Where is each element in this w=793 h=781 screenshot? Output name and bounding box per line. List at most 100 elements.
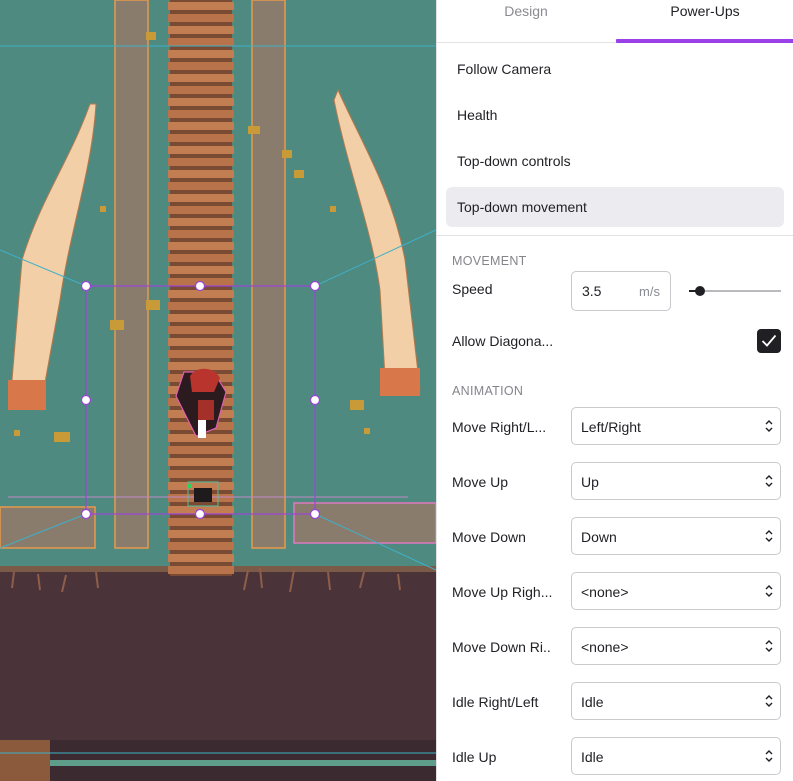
chevron-up-down-icon — [765, 530, 773, 542]
chevron-up-down-icon — [765, 475, 773, 487]
animation-row: Move Up Up — [437, 454, 793, 509]
bridge-plank — [168, 170, 234, 178]
animation-select-value: Up — [581, 474, 599, 490]
bridge-plank — [168, 446, 234, 454]
animation-row-label: Move Up Righ... — [452, 583, 552, 600]
bridge-plank — [168, 110, 234, 118]
animation-select[interactable]: Idle — [571, 682, 781, 720]
speed-row: Speed 3.5 m/s — [437, 271, 793, 317]
chevron-up-down-icon — [765, 585, 773, 597]
scene-drawing — [0, 0, 436, 781]
bridge-plank — [168, 14, 234, 22]
bridge-plank — [168, 158, 234, 166]
active-tab-indicator — [616, 39, 793, 43]
movement-section-label: MOVEMENT — [452, 254, 527, 268]
chevron-up-down-icon — [765, 695, 773, 707]
bridge-plank — [168, 302, 234, 310]
animation-select-value: <none> — [581, 639, 629, 655]
bridge-plank — [168, 266, 234, 274]
animation-select-value: Down — [581, 529, 617, 545]
panel-tabs: Design Power-Ups — [437, 0, 793, 43]
allow-diagonal-label: Allow Diagona... — [452, 333, 552, 349]
chevron-up-down-icon — [765, 750, 773, 762]
animation-row-label: Move Up — [452, 473, 509, 490]
animation-select[interactable]: Left/Right — [571, 407, 781, 445]
animation-row: Move Down Down — [437, 509, 793, 564]
animation-row: Idle Right/Left Idle — [437, 674, 793, 729]
animation-select-value: Left/Right — [581, 419, 641, 435]
animation-select[interactable]: Down — [571, 517, 781, 555]
bridge-plank — [168, 74, 234, 82]
chevron-up-down-icon — [765, 420, 773, 432]
bridge-plank — [168, 254, 234, 262]
bridge-plank — [168, 338, 234, 346]
bridge-plank — [168, 542, 234, 550]
animation-row-label: Move Down — [452, 528, 526, 545]
bridge-plank — [168, 26, 234, 34]
bridge-plank — [168, 362, 234, 370]
tab-design[interactable]: Design — [437, 0, 615, 42]
animation-section-label: ANIMATION — [452, 384, 524, 398]
speed-slider-handle[interactable] — [695, 286, 706, 296]
bridge-plank — [168, 230, 234, 238]
power-ups-list: Follow Camera Health Top-down controls T… — [437, 43, 793, 227]
bridge-plank — [168, 62, 234, 70]
bridge-plank — [168, 86, 234, 94]
animation-rows: Move Right/L... Left/Right Move Up Up Mo… — [437, 399, 793, 781]
game-canvas[interactable] — [0, 0, 436, 781]
animation-row-label: Idle Right/Left — [452, 693, 539, 710]
check-icon — [761, 334, 777, 347]
bridge-plank — [168, 98, 234, 106]
bridge-plank — [168, 458, 234, 466]
bridge-plank — [168, 470, 234, 478]
animation-row-label: Move Right/L... — [452, 418, 547, 435]
power-up-top-down-movement[interactable]: Top-down movement — [446, 187, 784, 227]
bridge-plank — [168, 134, 234, 142]
tab-power-ups-label: Power-Ups — [670, 3, 740, 19]
bridge-plank — [168, 38, 234, 46]
animation-row: Move Down Ri... <none> — [437, 619, 793, 674]
speed-input[interactable]: 3.5 m/s — [571, 271, 671, 311]
bridge-plank — [168, 566, 234, 574]
bridge-plank — [168, 146, 234, 154]
animation-select[interactable]: Idle — [571, 737, 781, 775]
animation-row: Idle Up Idle — [437, 729, 793, 781]
bridge-plank — [168, 218, 234, 226]
animation-select-value: Idle — [581, 749, 604, 765]
tab-power-ups[interactable]: Power-Ups — [616, 0, 793, 43]
inspector-panel: Design Power-Ups Follow Camera Health To… — [436, 0, 793, 781]
bridge-plank — [168, 2, 234, 10]
bridge-plank — [168, 530, 234, 538]
bridge-plank — [168, 206, 234, 214]
allow-diagonal-checkbox[interactable] — [757, 329, 781, 353]
chevron-up-down-icon — [765, 640, 773, 652]
bridge-plank — [168, 554, 234, 562]
speed-slider[interactable] — [689, 286, 781, 296]
animation-select-value: <none> — [581, 584, 629, 600]
speed-label: Speed — [452, 281, 493, 297]
animation-row: Move Up Righ... <none> — [437, 564, 793, 619]
power-up-follow-camera[interactable]: Follow Camera — [446, 49, 784, 89]
animation-select[interactable]: <none> — [571, 627, 781, 665]
speed-value: 3.5 — [582, 283, 602, 299]
bridge-plank — [168, 50, 234, 58]
animation-row-label: Move Down Ri... — [452, 638, 552, 655]
allow-diagonal-row: Allow Diagona... — [437, 317, 793, 365]
animation-row-label: Idle Up — [452, 748, 497, 765]
animation-select[interactable]: Up — [571, 462, 781, 500]
bridge-plank — [168, 326, 234, 334]
bridge-plank — [168, 242, 234, 250]
bridge-plank — [168, 350, 234, 358]
power-up-health[interactable]: Health — [446, 95, 784, 135]
bridge-plank — [168, 518, 234, 526]
speed-unit: m/s — [639, 284, 660, 299]
bridge-plank — [168, 182, 234, 190]
bridge-plank — [168, 314, 234, 322]
bridge-plank — [168, 290, 234, 298]
animation-select-value: Idle — [581, 694, 604, 710]
animation-row: Move Right/L... Left/Right — [437, 399, 793, 454]
power-up-top-down-controls[interactable]: Top-down controls — [446, 141, 784, 181]
bridge-plank — [168, 122, 234, 130]
animation-select[interactable]: <none> — [571, 572, 781, 610]
bridge-plank — [168, 194, 234, 202]
